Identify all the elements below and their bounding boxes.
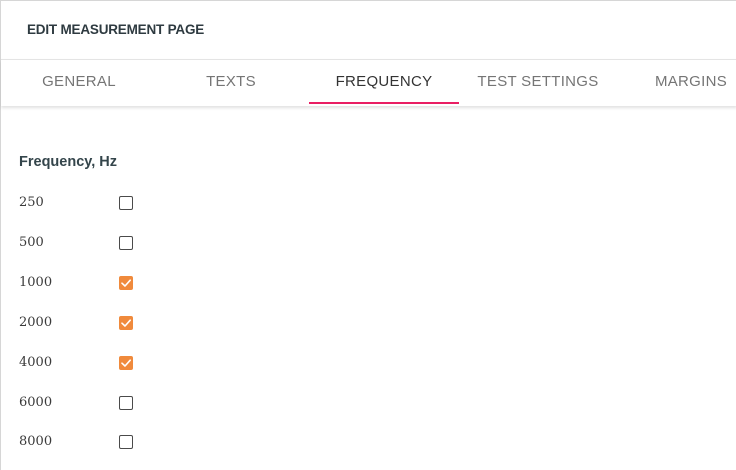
frequency-row-4000: 4000	[19, 353, 159, 375]
frequency-checkbox[interactable]	[119, 396, 133, 410]
frequency-checkbox[interactable]	[119, 435, 133, 449]
frequency-label: 250	[19, 195, 44, 210]
tab-margins[interactable]: MARGINS	[631, 60, 736, 106]
page-title: EDIT MEASUREMENT PAGE	[27, 22, 205, 37]
frequency-label: 2000	[19, 315, 53, 330]
frequency-label: 6000	[19, 395, 53, 410]
frequency-row-500: 500	[19, 233, 159, 255]
edit-measurement-panel: EDIT MEASUREMENT PAGE GENERAL TEXTS FREQ…	[0, 0, 736, 470]
tab-bar: GENERAL TEXTS FREQUENCY TEST SETTINGS MA…	[1, 59, 736, 106]
frequency-row-1000: 1000	[19, 273, 159, 295]
frequency-row-8000: 8000	[19, 432, 159, 454]
tab-frequency[interactable]: FREQUENCY	[309, 60, 459, 106]
frequency-checkbox[interactable]	[119, 236, 133, 250]
frequency-checkbox[interactable]	[119, 276, 133, 290]
frequency-row-6000: 6000	[19, 393, 159, 415]
tab-test-settings[interactable]: TEST SETTINGS	[463, 60, 613, 106]
frequency-label: 1000	[19, 275, 53, 290]
frequency-checkbox[interactable]	[119, 196, 133, 210]
frequency-row-250: 250	[19, 193, 159, 215]
frequency-row-2000: 2000	[19, 313, 159, 335]
frequency-checkbox[interactable]	[119, 356, 133, 370]
tab-general[interactable]: GENERAL	[19, 60, 139, 106]
tab-texts[interactable]: TEXTS	[171, 60, 291, 106]
frequency-label: 8000	[19, 434, 53, 449]
frequency-checkbox[interactable]	[119, 316, 133, 330]
checkmark-icon	[121, 279, 131, 287]
checkmark-icon	[121, 319, 131, 327]
frequency-label: 4000	[19, 355, 53, 370]
frequency-section-title: Frequency, Hz	[19, 154, 118, 170]
frequency-label: 500	[19, 235, 44, 250]
checkmark-icon	[121, 359, 131, 367]
